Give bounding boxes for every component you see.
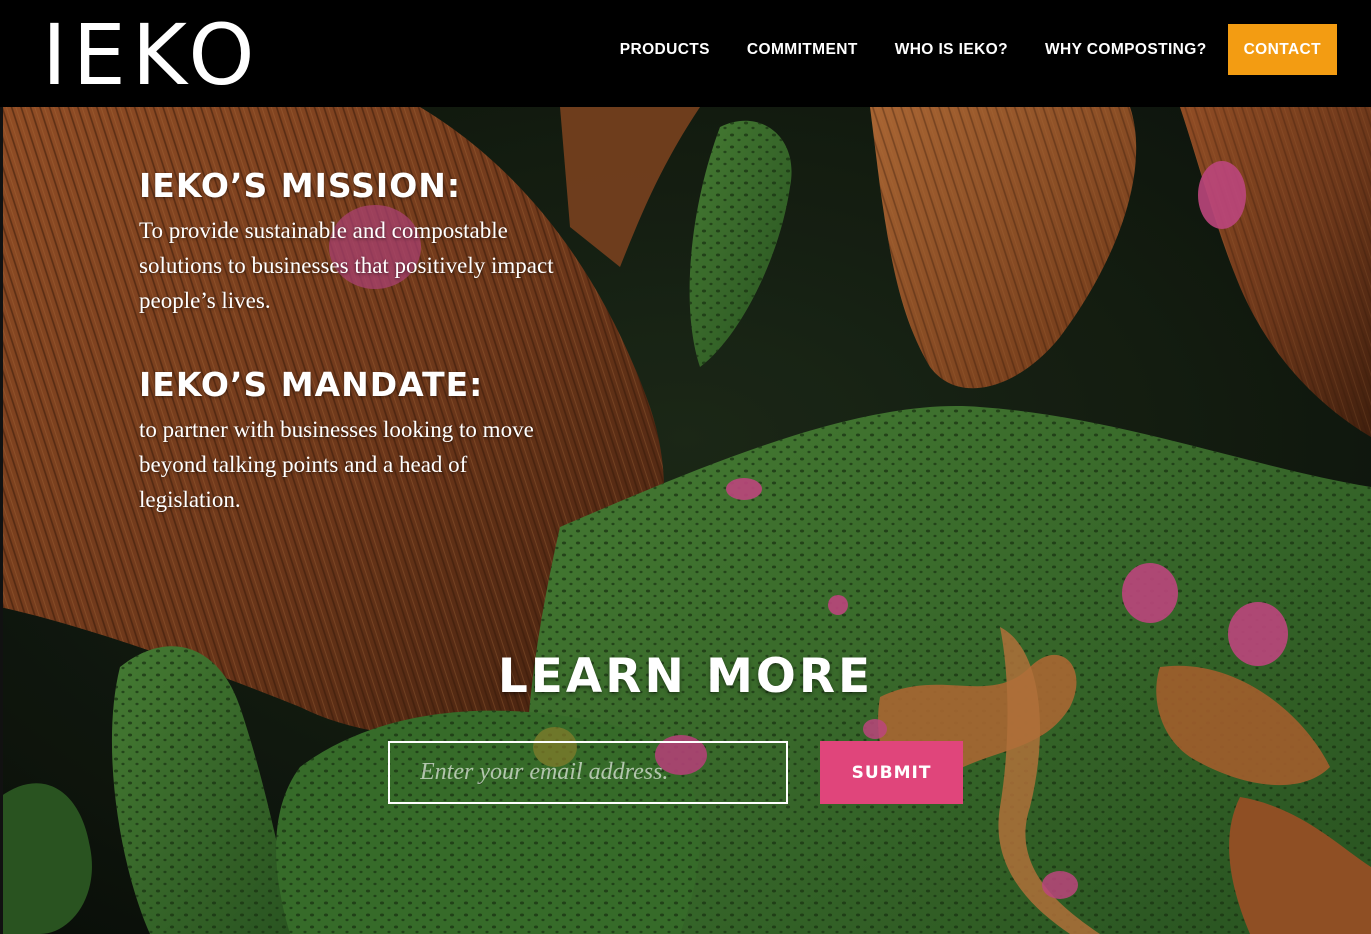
nav-products[interactable]: PRODUCTS: [620, 41, 710, 59]
mandate-text: to partner with businesses looking to mo…: [139, 417, 534, 512]
nav-why-composting[interactable]: WHY COMPOSTING?: [1045, 41, 1207, 59]
page: IEKO PRODUCTS COMMITMENT WHO IS IEKO? WH…: [0, 0, 1371, 934]
mandate-heading: IEKO’S MANDATE:: [139, 365, 484, 404]
submit-button[interactable]: SUBMIT: [820, 741, 963, 804]
mandate-block: IEKO’S MANDATE: to partner with business…: [139, 364, 569, 517]
main-nav: PRODUCTS COMMITMENT WHO IS IEKO? WHY COM…: [620, 24, 1337, 75]
hero-section: IEKO’S MISSION: To provide sustainable a…: [0, 107, 1371, 934]
hero-left-edge: [0, 107, 3, 934]
nav-contact-button[interactable]: CONTACT: [1227, 24, 1337, 75]
site-header: IEKO PRODUCTS COMMITMENT WHO IS IEKO? WH…: [0, 0, 1371, 107]
nav-who-is-ieko[interactable]: WHO IS IEKO?: [895, 41, 1008, 59]
nav-commitment[interactable]: COMMITMENT: [747, 41, 858, 59]
mission-block: IEKO’S MISSION: To provide sustainable a…: [139, 165, 569, 318]
email-input[interactable]: [388, 741, 788, 804]
mission-text: To provide sustainable and compostable s…: [139, 218, 554, 313]
ieko-logo[interactable]: IEKO: [42, 10, 260, 100]
learn-more-heading: LEARN MORE: [497, 649, 874, 704]
mission-heading: IEKO’S MISSION:: [139, 166, 462, 205]
